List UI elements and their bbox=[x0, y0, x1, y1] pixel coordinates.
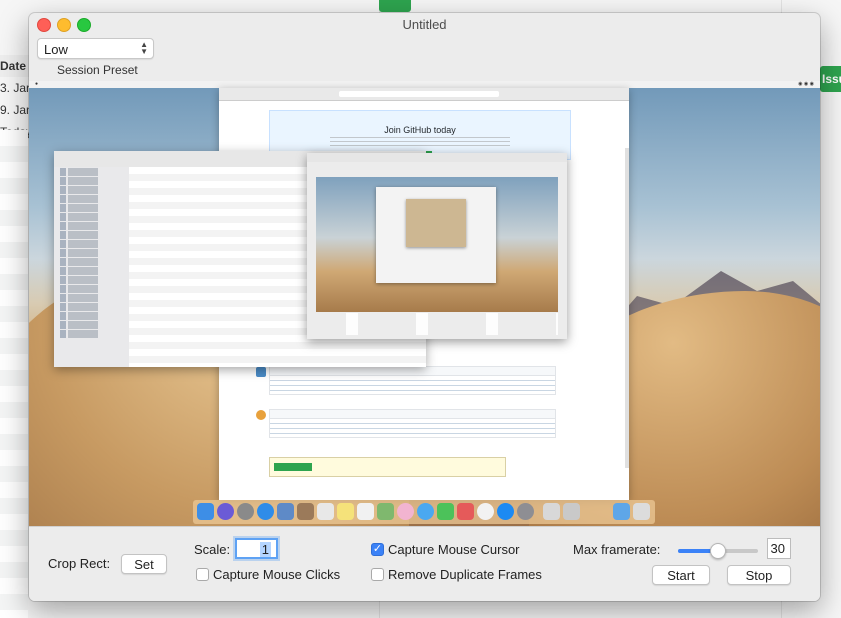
siri-icon bbox=[217, 503, 234, 520]
preview-signup-button bbox=[274, 463, 312, 471]
music-icon bbox=[477, 503, 494, 520]
scale-input[interactable]: 1 bbox=[235, 538, 278, 559]
mail-icon bbox=[277, 503, 294, 520]
bg-list-header: Date M bbox=[0, 55, 30, 77]
session-preset-select[interactable]: Low ▲ ▼ bbox=[37, 38, 154, 59]
capture-mouse-clicks-label: Capture Mouse Clicks bbox=[213, 567, 341, 582]
checkmark-icon: ✓ bbox=[372, 543, 383, 555]
preview-status-icons: ◉ ◉ ◉ bbox=[798, 81, 814, 87]
remove-duplicate-frames-checkbox[interactable] bbox=[371, 568, 384, 581]
preview-app-icon bbox=[543, 503, 560, 520]
preview-nested-capture bbox=[316, 177, 558, 312]
notes-icon bbox=[337, 503, 354, 520]
bg-list-item: 3. Jan bbox=[0, 81, 30, 95]
preview-scrollbar bbox=[625, 148, 629, 468]
recorder-window: Untitled Low ▲ ▼ Session Preset ● ◉ ◉ ◉ J… bbox=[29, 13, 820, 601]
preview-nested-window bbox=[376, 187, 496, 283]
photos-icon bbox=[397, 503, 414, 520]
system-preferences-icon bbox=[517, 503, 534, 520]
chevron-up-down-icon: ▲ ▼ bbox=[140, 40, 148, 56]
max-framerate-label: Max framerate: bbox=[573, 542, 661, 557]
preview-avatar bbox=[256, 410, 266, 420]
preview-comment-body bbox=[270, 419, 555, 437]
controls-panel: Crop Rect: Set Scale: 1 Capture Mouse Cl… bbox=[29, 526, 820, 601]
crop-rect-label: Crop Rect: bbox=[48, 556, 111, 571]
preview-comment-header bbox=[270, 410, 555, 419]
safari-icon bbox=[257, 503, 274, 520]
preview-finder-sidebar bbox=[54, 167, 129, 367]
title-bar[interactable]: Untitled bbox=[29, 13, 820, 37]
capture-mouse-cursor-label: Capture Mouse Cursor bbox=[388, 542, 520, 557]
start-button[interactable]: Start bbox=[652, 565, 710, 585]
reminders-icon bbox=[357, 503, 374, 520]
preview-comment bbox=[256, 366, 556, 395]
bg-green-button bbox=[379, 0, 411, 12]
scale-value: 1 bbox=[259, 542, 271, 557]
preview-nested-titlebar bbox=[307, 153, 567, 162]
preview-comment-header bbox=[270, 367, 555, 376]
framerate-input[interactable]: 30 bbox=[767, 538, 791, 559]
session-preset-value: Low bbox=[44, 42, 68, 57]
remove-duplicate-frames-label: Remove Duplicate Frames bbox=[388, 567, 542, 582]
bg-issues-badge: Issu bbox=[820, 66, 841, 92]
preview-avatar bbox=[256, 367, 266, 377]
trash-icon bbox=[633, 503, 650, 520]
preview-nested-controls bbox=[316, 313, 558, 335]
preview-comment-body bbox=[270, 376, 555, 394]
set-crop-button[interactable]: Set bbox=[121, 554, 167, 574]
preview-banner-text bbox=[330, 137, 510, 149]
contacts-icon bbox=[297, 503, 314, 520]
maps-icon bbox=[377, 503, 394, 520]
preview-nested-recorder bbox=[307, 153, 567, 339]
app-store-icon bbox=[497, 503, 514, 520]
capture-preview: ● ◉ ◉ ◉ Join GitHub today bbox=[29, 81, 820, 526]
bg-table-rows bbox=[0, 130, 28, 618]
launchpad-icon bbox=[237, 503, 254, 520]
apple-icon: ● bbox=[35, 81, 39, 87]
window-title: Untitled bbox=[402, 17, 447, 32]
session-preset-label: Session Preset bbox=[57, 63, 138, 77]
bg-list-item: 9. Jan bbox=[0, 103, 30, 117]
framerate-slider[interactable] bbox=[678, 543, 758, 559]
capture-mouse-cursor-checkbox[interactable]: ✓ bbox=[371, 543, 384, 556]
preview-nested-window bbox=[406, 199, 466, 247]
downloads-folder-icon bbox=[613, 503, 630, 520]
framerate-slider-knob[interactable] bbox=[710, 543, 726, 559]
preview-banner-title: Join GitHub today bbox=[384, 125, 456, 135]
news-icon bbox=[457, 503, 474, 520]
scale-label: Scale: bbox=[194, 542, 231, 557]
finder-icon bbox=[197, 503, 214, 520]
calendar-icon bbox=[317, 503, 334, 520]
facetime-icon bbox=[437, 503, 454, 520]
preview-comment bbox=[256, 409, 556, 438]
preview-menu-bar: ● ◉ ◉ ◉ bbox=[29, 81, 820, 88]
stop-button[interactable]: Stop bbox=[727, 565, 791, 585]
preview-dock bbox=[193, 500, 655, 524]
messages-icon bbox=[417, 503, 434, 520]
preview-url-bar bbox=[339, 91, 499, 97]
screenshot-icon bbox=[563, 503, 580, 520]
capture-mouse-clicks-checkbox[interactable] bbox=[196, 568, 209, 581]
preview-signup-bar bbox=[269, 457, 506, 477]
